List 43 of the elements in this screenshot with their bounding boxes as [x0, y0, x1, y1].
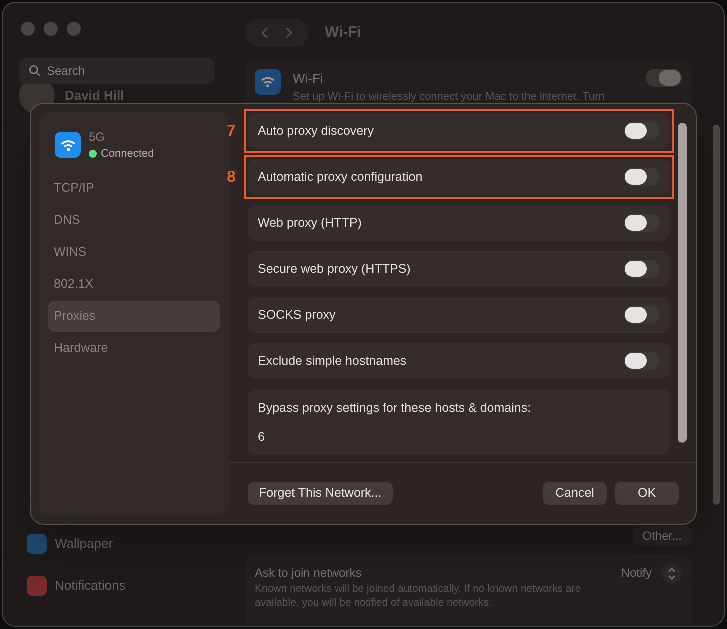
toggle-switch[interactable] [624, 306, 660, 324]
forward-icon [285, 26, 293, 40]
bypass-label: Bypass proxy settings for these hosts & domains: [258, 400, 532, 417]
chevron-up-down-icon [662, 564, 682, 584]
sidebar-tab[interactable]: Hardware [48, 332, 220, 364]
search-icon [29, 65, 41, 77]
setting-title: Ask to join networks [255, 565, 363, 582]
callout-number: 7 [227, 122, 236, 142]
toggle-switch[interactable] [646, 69, 682, 87]
forget-network-button[interactable]: Forget This Network... [248, 482, 393, 505]
setting-row: Secure web proxy (HTTPS) [248, 251, 670, 287]
toggle-switch[interactable] [624, 260, 660, 278]
wifi-title: Wi-Fi [293, 70, 324, 88]
sidebar-tab[interactable]: DNS [48, 204, 220, 236]
notify-popup[interactable]: Notify [621, 564, 652, 582]
setting-row: Web proxy (HTTP) [248, 205, 670, 241]
user-name: David Hill [65, 87, 124, 106]
sidebar-item[interactable]: Notifications [19, 576, 215, 596]
network-status: Connected [101, 147, 154, 162]
bypass-field[interactable]: 6 [258, 428, 660, 446]
sidebar-tab[interactable]: 802.1X [48, 268, 220, 300]
callout-number: 8 [227, 168, 236, 188]
toggle-switch[interactable] [624, 214, 660, 232]
setting-description: Known networks will be joined automatically. If no known networks are available, you will be notified of available networks. [255, 582, 582, 610]
sidebar-item[interactable]: Wallpaper [19, 534, 215, 554]
setting-row: Exclude simple hostnames [248, 343, 670, 379]
toggle-switch[interactable] [624, 168, 660, 186]
window-title: Wi-Fi [325, 22, 362, 43]
network-name: 5G [89, 129, 106, 146]
sidebar-tab[interactable]: WINS [48, 236, 220, 268]
ok-button[interactable]: OK [615, 482, 679, 505]
other-button[interactable]: Other... [632, 526, 692, 546]
wifi-description: Set up Wi-Fi to wirelessly connect your Mac to the internet. Turn [293, 90, 606, 104]
back-icon [261, 26, 269, 40]
toggle-switch[interactable] [624, 352, 660, 370]
search-field[interactable]: Search [19, 58, 215, 84]
sidebar-tab[interactable]: TCP/IP [48, 172, 220, 204]
toggle-switch[interactable] [624, 122, 660, 140]
setting-row: SOCKS proxy [248, 297, 670, 333]
setting-row: Auto proxy discovery [248, 113, 670, 149]
sidebar-tab[interactable]: Proxies [48, 300, 220, 332]
cancel-button[interactable]: Cancel [543, 482, 607, 505]
setting-row: Automatic proxy configuration [248, 159, 670, 195]
